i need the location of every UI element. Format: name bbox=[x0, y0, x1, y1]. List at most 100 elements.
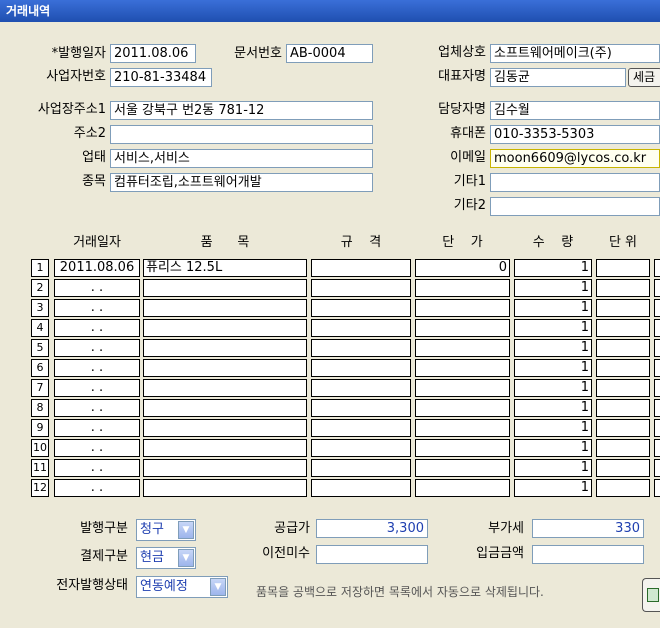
cell-unit[interactable] bbox=[596, 479, 650, 497]
cell-qty[interactable]: 1 bbox=[514, 339, 592, 357]
chevron-down-icon[interactable]: ▼ bbox=[210, 578, 226, 596]
cell-unit[interactable] bbox=[596, 299, 650, 317]
cell-item[interactable] bbox=[143, 419, 307, 437]
cell-price[interactable] bbox=[415, 439, 510, 457]
cell-price[interactable] bbox=[415, 299, 510, 317]
cell-item[interactable] bbox=[143, 299, 307, 317]
doc-no-field[interactable]: AB-0004 bbox=[286, 44, 373, 63]
cell-qty[interactable]: 1 bbox=[514, 379, 592, 397]
cell-price[interactable] bbox=[415, 319, 510, 337]
cell-spec[interactable] bbox=[311, 319, 411, 337]
cell-qty[interactable]: 1 bbox=[514, 279, 592, 297]
cell-price[interactable] bbox=[415, 479, 510, 497]
cell-price[interactable] bbox=[415, 359, 510, 377]
supply-field[interactable]: 3,300 bbox=[316, 519, 428, 538]
addr1-field[interactable]: 서울 강북구 번2동 781-12 bbox=[110, 101, 373, 120]
chevron-down-icon[interactable]: ▼ bbox=[178, 549, 194, 567]
cell-qty[interactable]: 1 bbox=[514, 439, 592, 457]
manager-field[interactable]: 김수월 bbox=[490, 101, 660, 120]
cell-spec[interactable] bbox=[311, 399, 411, 417]
cell-spec[interactable] bbox=[311, 479, 411, 497]
company-field[interactable]: 소프트웨어메이크(주) bbox=[490, 44, 660, 63]
cell-qty[interactable]: 1 bbox=[514, 399, 592, 417]
cell-unit[interactable] bbox=[596, 419, 650, 437]
cell-date[interactable]: 2011.08.06 bbox=[54, 259, 140, 277]
ceo-field[interactable]: 김동균 bbox=[490, 68, 626, 87]
cell-unit[interactable] bbox=[596, 399, 650, 417]
prev-unpaid-field[interactable] bbox=[316, 545, 428, 564]
cell-date[interactable]: . . bbox=[54, 439, 140, 457]
cell-item[interactable] bbox=[143, 319, 307, 337]
cell-price[interactable] bbox=[415, 339, 510, 357]
cell-unit[interactable] bbox=[596, 279, 650, 297]
cell-spec[interactable] bbox=[311, 259, 411, 277]
vat-field[interactable]: 330 bbox=[532, 519, 644, 538]
cell-unit[interactable] bbox=[596, 379, 650, 397]
cell-date[interactable]: . . bbox=[54, 359, 140, 377]
deposit-field[interactable] bbox=[532, 545, 644, 564]
cell-qty[interactable]: 1 bbox=[514, 359, 592, 377]
cell-unit[interactable] bbox=[596, 319, 650, 337]
cell-unit[interactable] bbox=[596, 359, 650, 377]
payment-type-select[interactable]: 현금 ▼ bbox=[136, 547, 196, 569]
addr2-field[interactable] bbox=[110, 125, 373, 144]
cell-spec[interactable] bbox=[311, 299, 411, 317]
issue-type-select[interactable]: 청구 ▼ bbox=[136, 519, 196, 541]
cell-spec[interactable] bbox=[311, 419, 411, 437]
cell-date[interactable]: . . bbox=[54, 379, 140, 397]
cell-qty[interactable]: 1 bbox=[514, 299, 592, 317]
cell-date[interactable]: . . bbox=[54, 339, 140, 357]
cell-item[interactable] bbox=[143, 399, 307, 417]
cell-unit[interactable] bbox=[596, 439, 650, 457]
cell-qty[interactable]: 1 bbox=[514, 459, 592, 477]
cell-spec[interactable] bbox=[311, 339, 411, 357]
cell-date[interactable]: . . bbox=[54, 399, 140, 417]
cell-date[interactable]: . . bbox=[54, 319, 140, 337]
cell-qty[interactable]: 1 bbox=[514, 319, 592, 337]
cell-unit[interactable] bbox=[596, 259, 650, 277]
cell-spec[interactable] bbox=[311, 439, 411, 457]
cell-item[interactable] bbox=[143, 439, 307, 457]
cell-date[interactable]: . . bbox=[54, 479, 140, 497]
cell-qty[interactable]: 1 bbox=[514, 259, 592, 277]
etc1-field[interactable] bbox=[490, 173, 660, 192]
mobile-field[interactable]: 010-3353-5303 bbox=[490, 125, 660, 144]
cell-item[interactable] bbox=[143, 479, 307, 497]
cell-price[interactable]: 0 bbox=[415, 259, 510, 277]
cell-spec[interactable] bbox=[311, 359, 411, 377]
cell-qty[interactable]: 1 bbox=[514, 479, 592, 497]
cell-item[interactable] bbox=[143, 339, 307, 357]
cell-date[interactable]: . . bbox=[54, 459, 140, 477]
cell-price[interactable] bbox=[415, 459, 510, 477]
cell-date[interactable]: . . bbox=[54, 419, 140, 437]
cell-item[interactable] bbox=[143, 379, 307, 397]
cell-item[interactable] bbox=[143, 459, 307, 477]
cell-unit[interactable] bbox=[596, 339, 650, 357]
e-status-select[interactable]: 연동예정 ▼ bbox=[136, 576, 228, 598]
cell-item[interactable] bbox=[143, 359, 307, 377]
cell-date[interactable]: . . bbox=[54, 299, 140, 317]
cell-item[interactable] bbox=[143, 279, 307, 297]
cell-spec[interactable] bbox=[311, 279, 411, 297]
email-field[interactable]: moon6609@lycos.co.kr bbox=[490, 149, 660, 168]
chevron-down-icon[interactable]: ▼ bbox=[178, 521, 194, 539]
tax-button[interactable]: 세금 bbox=[628, 68, 660, 87]
cell-item[interactable]: 퓨리스 12.5L bbox=[143, 259, 307, 277]
col-header-item: 품 목 bbox=[200, 235, 250, 250]
cell-price[interactable] bbox=[415, 419, 510, 437]
cell-spec[interactable] bbox=[311, 379, 411, 397]
cell-qty[interactable]: 1 bbox=[514, 419, 592, 437]
cell-price[interactable] bbox=[415, 279, 510, 297]
cell-spec[interactable] bbox=[311, 459, 411, 477]
save-button[interactable] bbox=[642, 578, 660, 612]
biz-item-field[interactable]: 컴퓨터조립,소프트웨어개발 bbox=[110, 173, 373, 192]
biz-no-field[interactable]: 210-81-33484 bbox=[110, 68, 212, 87]
cell-unit[interactable] bbox=[596, 459, 650, 477]
cell-price[interactable] bbox=[415, 399, 510, 417]
cell-date[interactable]: . . bbox=[54, 279, 140, 297]
cell-price[interactable] bbox=[415, 379, 510, 397]
issue-date-field[interactable]: 2011.08.06 bbox=[110, 44, 196, 63]
etc2-field[interactable] bbox=[490, 197, 660, 216]
biz-type-field[interactable]: 서비스,서비스 bbox=[110, 149, 373, 168]
addr1-label: 사업장주소1 bbox=[37, 102, 106, 117]
